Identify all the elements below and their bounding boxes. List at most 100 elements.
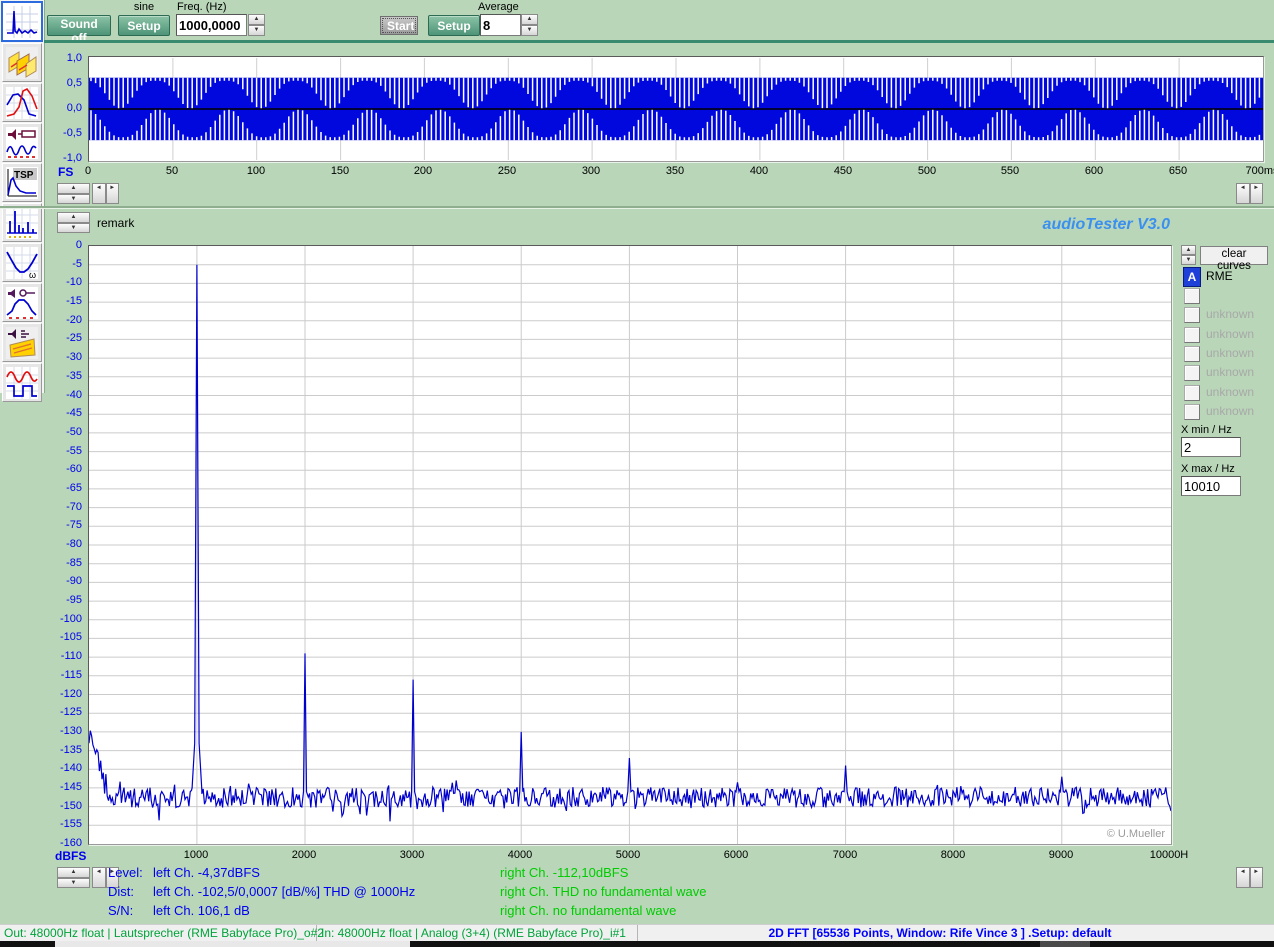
sound-off-button[interactable]: Sound off [47, 15, 111, 36]
fft-y-tick: -55 [66, 445, 82, 457]
scope-x-tick: 350 [645, 165, 705, 177]
fft-spectrum-curve [89, 246, 1171, 844]
scope-x-tick: 250 [477, 165, 537, 177]
remark-spinner[interactable]: ▲▼ [57, 212, 90, 233]
scope-y-tick: 1,0 [67, 52, 82, 64]
fft-y-tick: -95 [66, 594, 82, 606]
measure-left-value: left Ch. 106,1 dB [153, 903, 250, 918]
scope-waveform [89, 57, 1263, 161]
curve-a-name: RME [1206, 269, 1233, 283]
scope-x-tick: 500 [897, 165, 957, 177]
scope-y-tick: -1,0 [63, 152, 82, 164]
curve-a-badge[interactable]: A [1183, 267, 1201, 287]
average-input[interactable] [480, 14, 521, 36]
status-input-device: In: 48000Hz float | Analog (3+4) (RME Ba… [321, 925, 638, 942]
curve-slot-label: unknown [1206, 404, 1254, 418]
frequency-response-icon[interactable] [2, 83, 42, 122]
fft-x-tick: 3000 [377, 849, 447, 861]
copyright-watermark: © U.Mueller [1107, 828, 1165, 840]
xmin-label: X min / Hz [1181, 424, 1232, 436]
curve-slot-label: unknown [1206, 385, 1254, 399]
curve-checkbox[interactable] [1184, 288, 1200, 304]
scope-x-tick: 450 [813, 165, 873, 177]
status-output-device: Out: 48000Hz float | Lautsprecher (RME B… [4, 925, 317, 942]
status-fft-settings: 2D FFT [65536 Points, Window: Rife Vince… [660, 925, 1220, 942]
scope-x-tick: 0 [58, 165, 118, 177]
status-bar: Out: 48000Hz float | Lautsprecher (RME B… [0, 924, 1274, 942]
measure-right-value: right Ch. THD no fundamental wave [500, 884, 706, 899]
clear-curves-button[interactable]: clear curves [1200, 246, 1268, 265]
curve-checkbox[interactable] [1184, 404, 1200, 420]
freq-spinner[interactable]: ▲▼ [248, 14, 265, 36]
fft-x-tick: 10000H [1134, 849, 1204, 861]
fft-y-tick: -85 [66, 557, 82, 569]
curve-select-spinner[interactable]: ▲▼ [1181, 245, 1196, 265]
measure-name: Dist: [108, 884, 134, 899]
measure-right-value: right Ch. no fundamental wave [500, 903, 676, 918]
fft-y-tick: -105 [60, 631, 82, 643]
fft-y-tick: -10 [66, 276, 82, 288]
scope-y-spinner[interactable]: ▲▼ [57, 183, 90, 204]
fft-y-tick: -80 [66, 538, 82, 550]
analyzer-setup-button[interactable]: Setup [428, 15, 480, 36]
fft-y-tick: -15 [66, 295, 82, 307]
measure-spinner[interactable]: ▲▼ [57, 867, 90, 888]
average-spinner[interactable]: ▲▼ [521, 14, 538, 36]
sine-label: sine [118, 1, 170, 13]
measure-row-level: Level: left Ch. -4,37dBFS right Ch. -112… [108, 865, 1228, 883]
scope-x-tick: 50 [142, 165, 202, 177]
bottom-strip-gray-segment [1040, 941, 1090, 947]
scope-scroll-left-buttons[interactable]: ◄► [92, 183, 119, 204]
scope-x-tick: 100 [226, 165, 286, 177]
fft-y-tick: -70 [66, 501, 82, 513]
curve-checkbox[interactable] [1184, 365, 1200, 381]
fft-y-tick: -120 [60, 688, 82, 700]
curve-checkbox[interactable] [1184, 307, 1200, 323]
impedance-omega-icon[interactable]: ω [2, 243, 42, 282]
fft-y-tick: -100 [60, 613, 82, 625]
fft-spectrum-icon[interactable] [1, 1, 43, 42]
xmin-input[interactable] [1181, 437, 1241, 457]
speaker-impedance-icon[interactable] [2, 123, 42, 162]
fft-x-tick: 2000 [269, 849, 339, 861]
curve-checkbox[interactable] [1184, 385, 1200, 401]
fft-y-tick: -45 [66, 407, 82, 419]
scope-x-tick: 600 [1064, 165, 1124, 177]
fft-y-tick: -40 [66, 389, 82, 401]
speaker-3d-icon[interactable] [2, 323, 42, 362]
scope-x-tick: 400 [729, 165, 789, 177]
fft-x-tick: 6000 [701, 849, 771, 861]
curve-slot-label: unknown [1206, 346, 1254, 360]
start-button[interactable]: Start [380, 16, 418, 35]
tool-sidebar: TSP ω [0, 0, 45, 393]
measure-scroll-right-buttons[interactable]: ◄► [1236, 867, 1263, 888]
svg-text:TSP: TSP [14, 170, 34, 181]
speaker-response-icon[interactable] [2, 283, 42, 322]
audiotester-window: TSP ω sine Sound off Setup Freq. (Hz) ▲▼… [0, 0, 1274, 947]
freq-input[interactable] [176, 14, 247, 36]
scope-y-tick: 0,5 [67, 77, 82, 89]
fft-y-tick: -65 [66, 482, 82, 494]
fft-y-tick: -160 [60, 837, 82, 849]
curve-slot-label: unknown [1206, 307, 1254, 321]
curve-slot-label: unknown [1206, 365, 1254, 379]
tsp-measurement-icon[interactable]: TSP [2, 163, 42, 202]
scope-scroll-right-buttons[interactable]: ◄► [1236, 183, 1263, 204]
sine-square-signal-icon[interactable] [2, 363, 42, 402]
remark-label: remark [97, 216, 134, 230]
curve-checkbox[interactable] [1184, 346, 1200, 362]
measure-left-value: left Ch. -102,5/0,0007 [dB/%] THD @ 1000… [153, 884, 415, 899]
xmax-input[interactable] [1181, 476, 1241, 496]
fft-y-tick: 0 [76, 239, 82, 251]
fft-x-tick: 1000 [161, 849, 231, 861]
fft-x-axis: 1000200030004000500060007000800090001000… [88, 849, 1170, 863]
waterfall-3d-icon[interactable] [2, 43, 42, 82]
curve-slot-label: unknown [1206, 327, 1254, 341]
toolbar-divider [44, 40, 1274, 43]
curve-checkbox[interactable] [1184, 327, 1200, 343]
fft-y-tick: -150 [60, 800, 82, 812]
generator-setup-button[interactable]: Setup [118, 15, 170, 36]
fft-x-tick: 9000 [1026, 849, 1096, 861]
fft-y-tick: -60 [66, 463, 82, 475]
fft-plot-area: © U.Mueller [88, 245, 1172, 845]
